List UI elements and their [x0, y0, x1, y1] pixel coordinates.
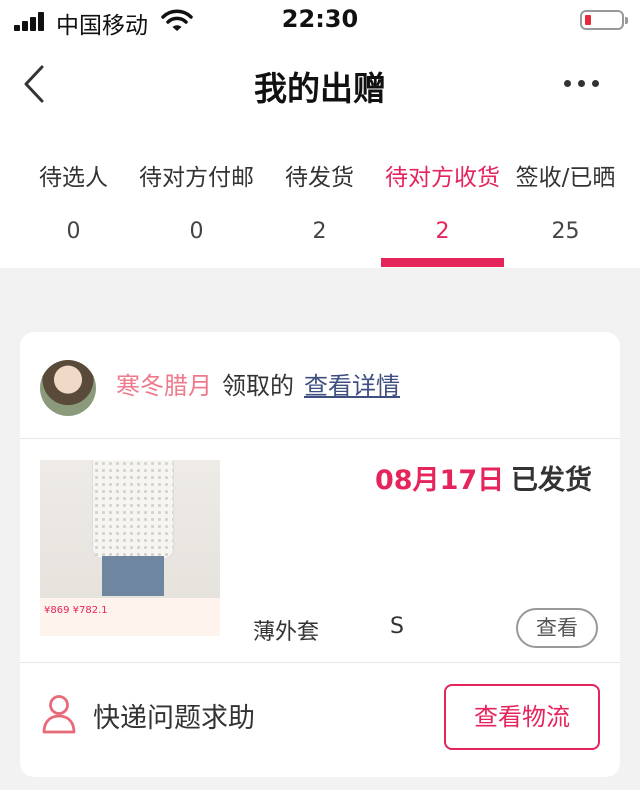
shipping-help-link[interactable]: 快递问题求助	[93, 696, 255, 735]
tab-count: 0	[189, 219, 204, 244]
price-band	[40, 598, 220, 636]
tab-count: 25	[551, 219, 580, 244]
recipient-name[interactable]: 寒冬腊月	[116, 372, 212, 400]
tab-count: 2	[435, 219, 450, 244]
claim-line: 寒冬腊月 领取的 查看详情	[116, 368, 400, 404]
item-size: S	[390, 614, 404, 639]
item-thumbnail[interactable]: ¥869 ¥782.1	[40, 460, 220, 636]
tab-label: 签收/已晒	[515, 165, 616, 191]
thumb-price-discount: ¥782.1	[72, 605, 108, 616]
thumb-price: ¥869 ¥782.1	[44, 605, 108, 616]
garment-image	[92, 460, 174, 559]
divider	[20, 662, 620, 663]
battery-icon	[580, 10, 628, 30]
tab-label: 待选人	[39, 165, 108, 191]
tab-count: 2	[312, 219, 327, 244]
divider	[20, 438, 620, 439]
view-button[interactable]: 查看	[516, 608, 598, 648]
active-tab-indicator	[381, 258, 504, 267]
item-name: 薄外套	[253, 620, 320, 645]
more-icon[interactable]	[562, 78, 602, 90]
status-time: 22:30	[281, 5, 359, 33]
jeans-image	[102, 556, 164, 596]
ship-status: 已发货	[511, 465, 592, 496]
page-title: 我的出赠	[254, 69, 386, 108]
tab-label: 待对方收货	[385, 165, 500, 191]
tab-signed[interactable]: 签收/已晒 25	[504, 160, 627, 246]
view-detail-link[interactable]: 查看详情	[304, 372, 400, 400]
status-bar: 中国移动 22:30	[0, 0, 640, 44]
claim-verb: 领取的	[222, 372, 294, 400]
tab-pending-ship[interactable]: 待发货 2	[258, 160, 381, 246]
tab-pending-postage[interactable]: 待对方付邮 0	[135, 160, 258, 246]
thumb-price-original: ¥869	[44, 605, 70, 616]
header-area: 中国移动 22:30 我的出赠 待选人 0 待对方付邮 0 待发货 2 待对方收…	[0, 0, 640, 268]
order-card: 寒冬腊月 领取的 查看详情 ¥869 ¥782.1 08月17日 已发货 薄外套 S…	[20, 332, 620, 777]
tab-pending-receipt[interactable]: 待对方收货 2	[381, 160, 504, 246]
avatar[interactable]	[40, 360, 96, 416]
tab-pending-select[interactable]: 待选人 0	[12, 160, 135, 246]
tab-label: 待发货	[285, 165, 354, 191]
view-logistics-button[interactable]: 查看物流	[444, 684, 600, 750]
ship-date: 08月17日	[375, 465, 505, 496]
tab-label: 待对方付邮	[139, 165, 254, 191]
tab-count: 0	[66, 219, 81, 244]
person-icon	[42, 695, 76, 734]
